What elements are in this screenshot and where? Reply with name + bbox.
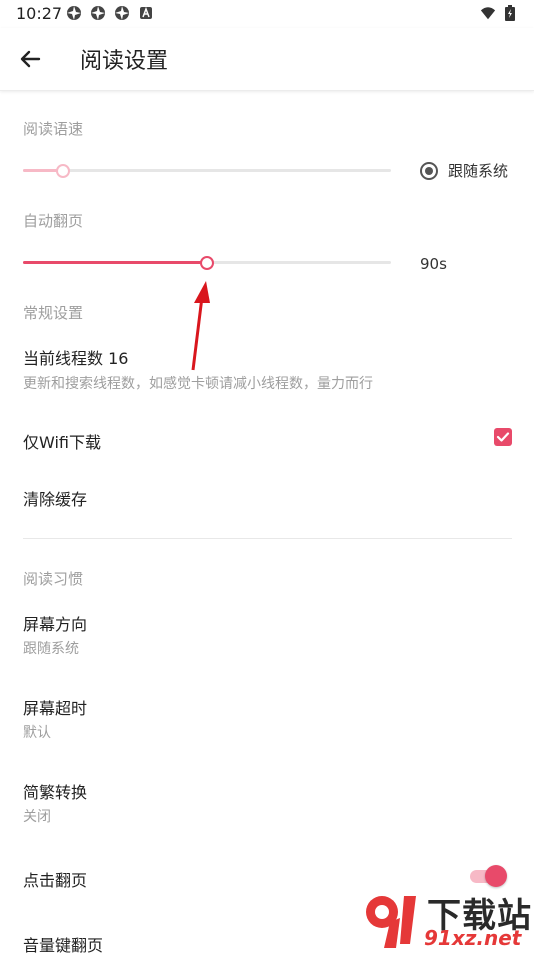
reading-speed-slider[interactable] [23,160,391,180]
timeout-title: 屏幕超时 [23,699,88,718]
timeout-value: 默认 [23,725,51,741]
arrow-left-icon [20,50,41,68]
divider [23,538,512,539]
radio-button[interactable] [420,161,438,180]
wifi-only-label: 仅Wifi下载 [23,433,101,452]
auto-page-slider[interactable] [23,252,391,272]
battery-icon [502,5,518,21]
system-icons [480,5,518,21]
auto-page-value: 90s [420,255,447,273]
toggle-thumb [485,865,507,887]
slider-fill [23,261,207,264]
status-time: 10:27 [16,4,63,23]
follow-system-label: 跟随系统 [448,162,509,180]
back-button[interactable] [14,43,46,75]
orientation-title: 屏幕方向 [23,615,88,634]
threads-description: 更新和搜索线程数，如感觉卡顿请减小线程数，量力而行 [23,376,373,392]
aperture-icon [114,5,130,21]
clear-cache-item[interactable]: 清除缓存 [23,486,87,510]
slider-track [23,169,391,172]
tap-page-toggle[interactable] [470,865,510,887]
status-bar: 10:27 [0,0,534,28]
aperture-icon [90,5,106,21]
slider-thumb[interactable] [200,256,214,270]
section-header-reading-speed: 阅读语速 [23,120,84,138]
notification-icons [66,5,154,21]
watermark: 下载站 91xz.net [360,888,534,950]
orientation-value: 跟随系统 [23,641,79,657]
slider-thumb[interactable] [56,164,71,178]
volume-key-title[interactable]: 音量键翻页 [23,932,103,956]
annotation-arrow-icon [191,281,210,371]
convert-value: 关闭 [23,809,51,825]
section-header-auto-page: 自动翻页 [23,212,84,230]
watermark-logo-icon [366,896,416,948]
convert-title: 简繁转换 [23,783,88,802]
section-header-habits: 阅读习惯 [23,570,84,588]
threads-title: 当前线程数 16 [23,349,129,368]
wifi-only-checkbox[interactable] [494,428,512,446]
checkmark-icon [496,432,510,442]
app-bar: 阅读设置 [0,28,534,91]
page-title: 阅读设置 [80,49,169,74]
wifi-icon [480,5,496,21]
a-badge-icon [138,5,154,21]
follow-system-option[interactable]: 跟随系统 [420,160,508,181]
section-header-general: 常规设置 [23,304,84,322]
aperture-icon [66,5,82,21]
watermark-url: 91xz.net [424,926,522,950]
tap-page-title: 点击翻页 [23,871,88,890]
radio-dot [425,166,433,175]
